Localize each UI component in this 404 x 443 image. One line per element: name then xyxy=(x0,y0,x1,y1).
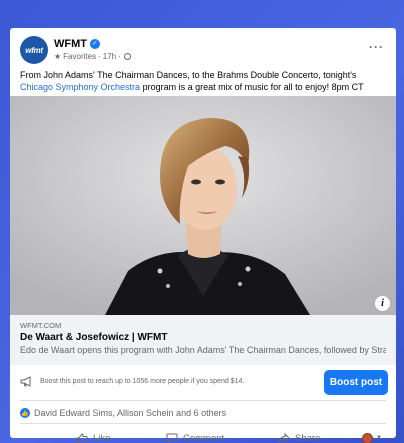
comment-bubble-icon xyxy=(166,433,178,443)
boost-text: Boost this post to reach up to 1056 more… xyxy=(40,378,245,385)
reactions-summary[interactable]: 👍 David Edward Sims, Allison Schein and … xyxy=(20,408,226,418)
divider xyxy=(20,423,386,424)
share-button[interactable]: Share xyxy=(278,432,321,443)
post-timestamp[interactable]: 17h xyxy=(103,52,116,61)
like-label: Like xyxy=(93,432,111,443)
thumbs-up-icon xyxy=(76,432,88,443)
comment-button[interactable]: Comment xyxy=(166,433,224,443)
like-reaction-icon: 👍 xyxy=(20,408,30,418)
page-avatar[interactable]: wfmt xyxy=(20,36,48,64)
info-icon[interactable]: i xyxy=(375,296,390,311)
page-name[interactable]: WFMT xyxy=(54,38,87,50)
meta-separator: · xyxy=(98,52,101,61)
reactors-text[interactable]: David Edward Sims, Allison Schein and 6 … xyxy=(34,408,226,418)
action-bar: Like Comment Share ▼ xyxy=(20,428,386,443)
boost-row: Boost this post to reach up to 1056 more… xyxy=(20,370,388,396)
comment-label: Comment xyxy=(183,432,225,443)
megaphone-icon xyxy=(20,376,31,387)
share-arrow-icon xyxy=(278,432,290,443)
link-preview[interactable]: WFMT.COM De Waart & Josefowicz | WFMT Ed… xyxy=(10,315,396,365)
audience-selector[interactable]: ▼ xyxy=(362,432,382,443)
orchestra-link[interactable]: Chicago Symphony Orchestra xyxy=(20,82,140,92)
link-description: Edo de Waart opens this program with Joh… xyxy=(20,345,386,355)
post-meta: ★ Favorites · 17h · xyxy=(54,52,131,61)
like-button[interactable]: Like xyxy=(76,433,110,443)
portrait-image xyxy=(10,96,396,315)
favorites-label: Favorites xyxy=(63,52,97,61)
page-name-row: WFMT ✓ xyxy=(54,38,100,50)
post-text-part: program is a great mix of music for all … xyxy=(140,82,364,92)
chevron-down-icon: ▼ xyxy=(376,435,382,441)
divider xyxy=(20,400,386,401)
post-text-part: From John Adams' The Chairman Dances, to… xyxy=(20,70,357,80)
meta-separator: · xyxy=(118,52,121,61)
post-header: wfmt WFMT ✓ ★ Favorites · 17h · ··· xyxy=(20,36,386,66)
audience-avatar xyxy=(362,432,374,443)
verified-badge-icon: ✓ xyxy=(89,39,100,49)
post-photo[interactable]: i xyxy=(10,96,396,315)
link-domain: WFMT.COM xyxy=(20,321,62,330)
post-text: From John Adams' The Chairman Dances, to… xyxy=(20,69,390,93)
star-icon: ★ xyxy=(54,52,62,61)
more-options-icon[interactable]: ··· xyxy=(369,40,384,54)
link-title[interactable]: De Waart & Josefowicz | WFMT xyxy=(20,332,386,343)
post-card: wfmt WFMT ✓ ★ Favorites · 17h · ··· From… xyxy=(10,28,396,443)
boost-post-button[interactable]: Boost post xyxy=(324,370,388,395)
globe-icon xyxy=(123,53,131,60)
share-label: Share xyxy=(295,432,321,443)
